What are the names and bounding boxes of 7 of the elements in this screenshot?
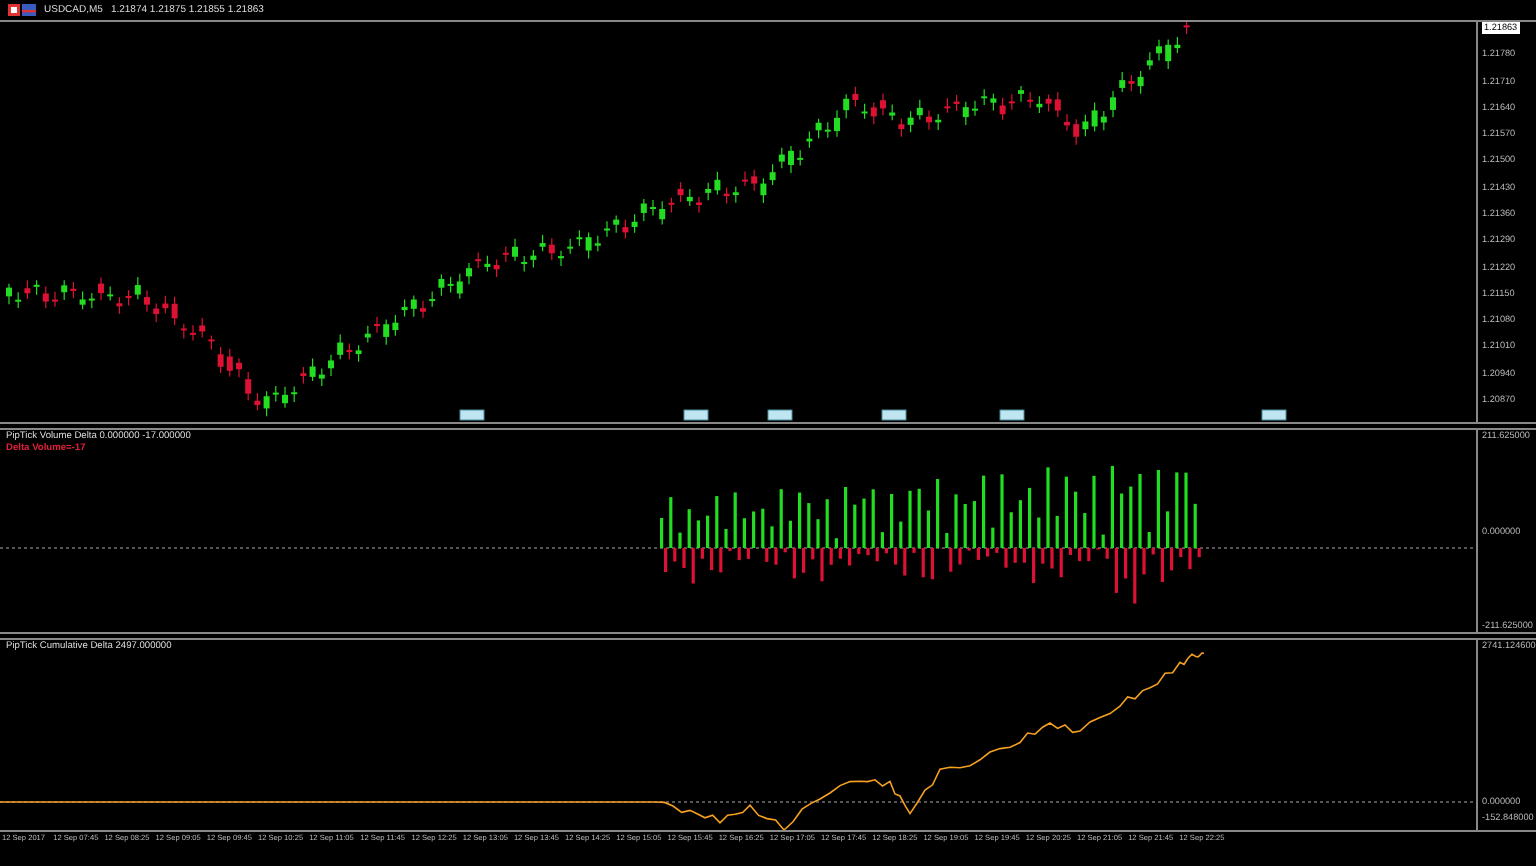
event-marker-icon bbox=[767, 409, 793, 421]
event-marker-icon bbox=[999, 409, 1025, 421]
event-marker-icon bbox=[459, 409, 485, 421]
event-marker-icon bbox=[1261, 409, 1287, 421]
event-marker-icon bbox=[881, 409, 907, 421]
flag-icon bbox=[8, 4, 36, 16]
event-marker-icon bbox=[683, 409, 709, 421]
